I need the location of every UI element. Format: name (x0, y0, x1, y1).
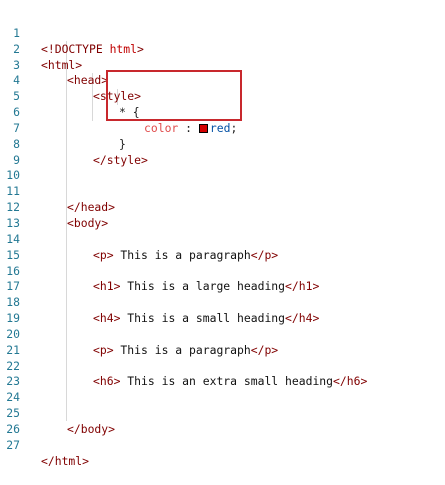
code-line-21[interactable]: 21 (0, 327, 445, 357)
code-line-20[interactable]: 20 <p> This is a paragraph</p> (0, 311, 445, 357)
code-line-27[interactable]: 27 </html> (0, 422, 445, 468)
code-line-19[interactable]: 19 (0, 295, 445, 325)
line-number: 27 (6, 437, 20, 452)
html-close-tag: </html> (41, 453, 90, 468)
code-line-25[interactable]: 25 </body> (0, 390, 445, 436)
code-line-16[interactable]: 16 <h1> This is a large heading</h1> (0, 248, 445, 294)
code-line-24[interactable]: 24 (0, 374, 445, 404)
code-line-9[interactable]: 9 (0, 137, 445, 167)
code-line-13[interactable]: 13 (0, 200, 445, 230)
code-line-17[interactable]: 17 (0, 264, 445, 293)
code-line-18[interactable]: 18 <h4> This is a small heading</h4> (0, 279, 445, 325)
code-line-3[interactable]: 3 <head> (0, 42, 445, 88)
code-line-15[interactable]: 15 (0, 232, 445, 262)
style-block-highlight (106, 70, 242, 121)
code-line-2[interactable]: 2 <html> (0, 26, 445, 72)
code-line-11[interactable]: 11 </head> (0, 168, 445, 214)
code-line-14[interactable]: 14 <p> This is a paragraph</p> (0, 216, 445, 262)
code-line-10[interactable]: 10 (0, 153, 445, 182)
code-editor-screenshot: { "editor": { "line_numbers": ["1","2","… (0, 0, 445, 468)
code-line-26[interactable]: 26 (0, 406, 445, 436)
code-line-23[interactable]: 23 (0, 359, 445, 388)
code-line-12[interactable]: 12 <body> (0, 184, 445, 230)
code-line-8[interactable]: 8 </style> (0, 121, 445, 167)
code-line-1[interactable]: 1 <!DOCTYPE html> (0, 10, 445, 56)
code-line-22[interactable]: 22 <h6> This is an extra small heading</… (0, 343, 445, 389)
